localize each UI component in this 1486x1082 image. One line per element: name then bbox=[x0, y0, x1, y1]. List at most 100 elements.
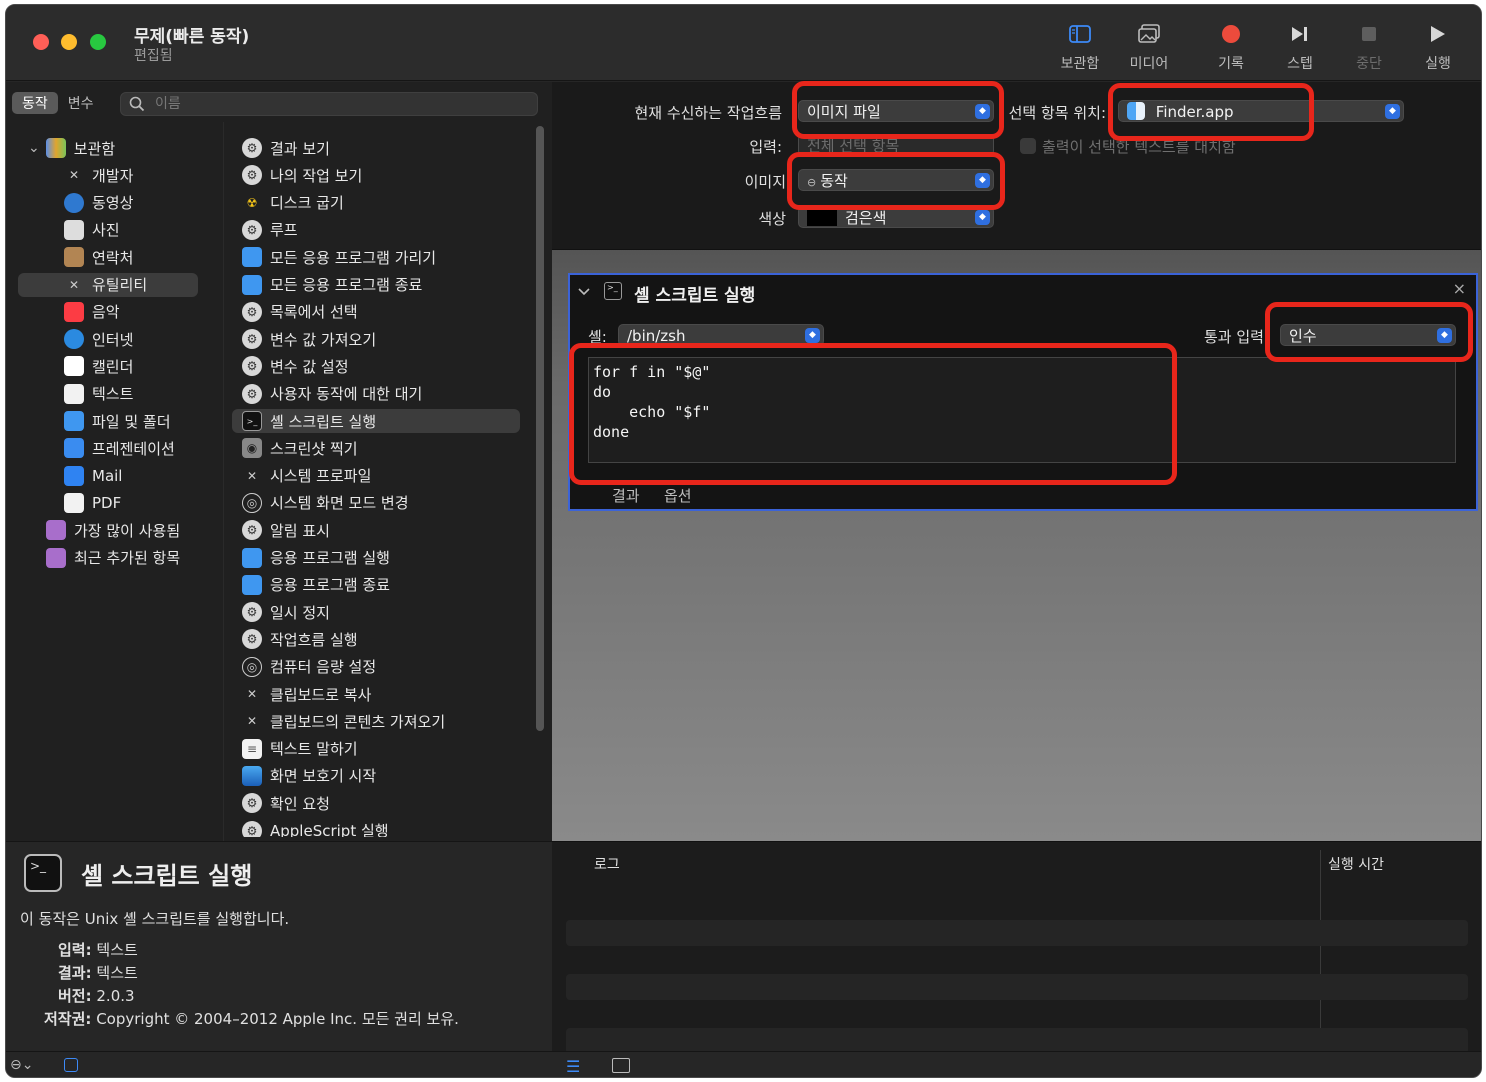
library-item-label: 연락처 bbox=[92, 248, 134, 267]
zoom-window-button[interactable] bbox=[90, 34, 106, 50]
search-input[interactable] bbox=[155, 95, 525, 113]
action-item[interactable]: 모든 응용 프로그램 가리기 bbox=[242, 245, 436, 269]
tab-actions[interactable]: 동작 bbox=[12, 92, 58, 114]
display-icon: ◎ bbox=[242, 492, 262, 513]
duration-column-header[interactable]: 실행 시간 bbox=[1328, 854, 1384, 874]
action-item[interactable]: ✕ 클립보드의 콘텐츠 가져오기 bbox=[242, 709, 445, 733]
action-item[interactable]: ✕ 시스템 프로파일 bbox=[242, 464, 371, 488]
split-view-icon[interactable] bbox=[612, 1058, 630, 1073]
list-view-icon[interactable]: ☰ bbox=[566, 1057, 580, 1076]
sidebar-icon bbox=[1069, 25, 1091, 43]
automator-robot-icon: ⚙ bbox=[242, 329, 262, 350]
close-icon[interactable]: × bbox=[1453, 279, 1466, 298]
library-item[interactable]: ✕ 개발자 bbox=[64, 163, 133, 187]
action-item[interactable]: ◎ 시스템 화면 모드 변경 bbox=[242, 491, 409, 515]
search-field[interactable] bbox=[120, 92, 538, 116]
action-list-scrollbar[interactable] bbox=[536, 126, 544, 731]
library-item[interactable]: 프레젠테이션 bbox=[64, 436, 175, 460]
library-item[interactable]: 텍스트 bbox=[64, 382, 133, 406]
action-item[interactable]: ⚙ 나의 작업 보기 bbox=[242, 163, 362, 187]
library-item[interactable]: 가장 많이 사용됨 bbox=[46, 518, 180, 542]
library-item-label: PDF bbox=[92, 493, 122, 512]
library-item[interactable]: 음악 bbox=[64, 300, 120, 324]
toolbar-library-button[interactable]: 보관함 bbox=[1045, 19, 1115, 73]
play-icon bbox=[1431, 26, 1445, 42]
window-subtitle: 편집됨 bbox=[134, 48, 173, 64]
tab-variables[interactable]: 변수 bbox=[58, 92, 104, 114]
toolbar-record-button[interactable]: 기록 bbox=[1196, 19, 1266, 73]
library-item-label: 캘린더 bbox=[92, 357, 134, 376]
tab-results[interactable]: 결과 bbox=[612, 485, 640, 506]
action-item[interactable]: ⚙ 결과 보기 bbox=[242, 136, 330, 160]
library-item[interactable]: ⌄ 보관함 bbox=[28, 136, 115, 160]
action-item[interactable]: ⚙ 루프 bbox=[242, 218, 298, 242]
action-item[interactable]: ⚙ 확인 요청 bbox=[242, 791, 330, 815]
step-forward-icon bbox=[1292, 27, 1307, 41]
library-item[interactable]: 파일 및 폴더 bbox=[64, 409, 171, 433]
action-item[interactable]: 응용 프로그램 실행 bbox=[242, 546, 390, 570]
action-item[interactable]: >_ 셸 스크립트 실행 bbox=[232, 409, 520, 433]
library-item[interactable]: 연락처 bbox=[64, 245, 133, 269]
log-column-header[interactable]: 로그 bbox=[594, 854, 620, 874]
action-item[interactable]: ⚙ 알림 표시 bbox=[242, 518, 330, 542]
toolbar-stop-button[interactable]: 중단 bbox=[1334, 19, 1404, 73]
action-item[interactable]: 모든 응용 프로그램 종료 bbox=[242, 273, 422, 297]
chevron-down-icon[interactable]: ⌄ bbox=[28, 140, 40, 156]
search-icon bbox=[129, 96, 145, 116]
tab-options[interactable]: 옵션 bbox=[664, 485, 692, 506]
action-title: 셸 스크립트 실행 bbox=[634, 286, 756, 306]
action-item[interactable]: 응용 프로그램 종료 bbox=[242, 573, 390, 597]
action-item[interactable]: 화면 보호기 시작 bbox=[242, 764, 376, 788]
image-label: 이미지 bbox=[744, 173, 786, 191]
action-item[interactable]: ⚙ AppleScript 실행 bbox=[242, 819, 389, 837]
library-item[interactable]: PDF bbox=[64, 491, 121, 515]
log-column-divider bbox=[1320, 850, 1321, 1050]
close-window-button[interactable] bbox=[33, 34, 49, 50]
action-item[interactable]: ⚙ 목록에서 선택 bbox=[242, 300, 358, 324]
library-item[interactable]: Mail bbox=[64, 464, 122, 488]
action-item[interactable]: ☢ 디스크 굽기 bbox=[242, 191, 344, 215]
pdf-icon bbox=[64, 492, 84, 513]
library-item[interactable]: 캘린더 bbox=[64, 354, 133, 378]
log-area: 로그 실행 시간 bbox=[552, 841, 1481, 1054]
action-item[interactable]: ◉ 스크린샷 찍기 bbox=[242, 436, 358, 460]
action-item[interactable]: ⚙ 작업흐름 실행 bbox=[242, 627, 358, 651]
toolbar-media-button[interactable]: 미디어 bbox=[1114, 19, 1184, 73]
action-item-label: 일시 정지 bbox=[270, 603, 330, 622]
output-replaces-checkbox[interactable] bbox=[1020, 138, 1036, 154]
toolbar-step-button[interactable]: 스텝 bbox=[1265, 19, 1335, 73]
toolbar-run-button[interactable]: 실행 bbox=[1403, 19, 1473, 73]
action-item[interactable]: ✕ 클립보드로 복사 bbox=[242, 682, 371, 706]
action-item-label: 나의 작업 보기 bbox=[270, 166, 363, 185]
description-result: 결과: 텍스트 bbox=[58, 964, 138, 982]
library-item[interactable]: 인터넷 bbox=[64, 327, 133, 351]
workflow-area: 현재 수신하는 작업흐름 이미지 파일 ◆ 선택 항목 위치: Finder.a… bbox=[552, 81, 1481, 842]
library-item[interactable]: 동영상 bbox=[64, 191, 133, 215]
log-row bbox=[566, 920, 1468, 946]
library-item[interactable]: ✕ 유틸리티 bbox=[18, 272, 198, 297]
recently-added-icon bbox=[46, 547, 66, 568]
text-edit-icon: ≡ bbox=[242, 738, 262, 759]
disclosure-chevron-icon[interactable] bbox=[578, 287, 590, 297]
highlight-receives bbox=[792, 81, 1004, 139]
library-item-label: 음악 bbox=[92, 303, 120, 322]
action-menu-icon[interactable]: ⊖⌄ bbox=[10, 1057, 33, 1073]
library-item[interactable]: 사진 bbox=[64, 218, 120, 242]
action-item-label: 클립보드의 콘텐츠 가져오기 bbox=[270, 712, 446, 731]
description-toggle-icon[interactable] bbox=[64, 1058, 78, 1072]
action-item[interactable]: ⚙ 사용자 동작에 대한 대기 bbox=[242, 382, 422, 406]
library-item-label: Mail bbox=[92, 466, 123, 485]
action-list: ⚙ 결과 보기 ⚙ 나의 작업 보기 ☢ 디스크 굽기 ⚙ 루프 모든 응용 프로그램 가리기 모… bbox=[228, 122, 534, 837]
minimize-window-button[interactable] bbox=[61, 34, 77, 50]
library-item[interactable]: 최근 추가된 항목 bbox=[46, 546, 180, 570]
action-item-label: 모든 응용 프로그램 가리기 bbox=[270, 248, 437, 267]
library-category-list: ⌄ 보관함 ✕ 개발자동영상사진연락처 ✕ 유틸리티음악인터넷캘린더텍스트파일 및 폴더프… bbox=[6, 122, 224, 842]
automator-robot-icon: ⚙ bbox=[242, 165, 262, 186]
action-item-label: 결과 보기 bbox=[270, 139, 330, 158]
tools-icon: ✕ bbox=[246, 714, 258, 729]
action-item[interactable]: ◎ 컴퓨터 음량 설정 bbox=[242, 655, 376, 679]
action-item[interactable]: ⚙ 변수 값 설정 bbox=[242, 354, 349, 378]
action-item[interactable]: ≡ 텍스트 말하기 bbox=[242, 737, 358, 761]
action-item[interactable]: ⚙ 일시 정지 bbox=[242, 600, 330, 624]
action-item[interactable]: ⚙ 변수 값 가져오기 bbox=[242, 327, 376, 351]
